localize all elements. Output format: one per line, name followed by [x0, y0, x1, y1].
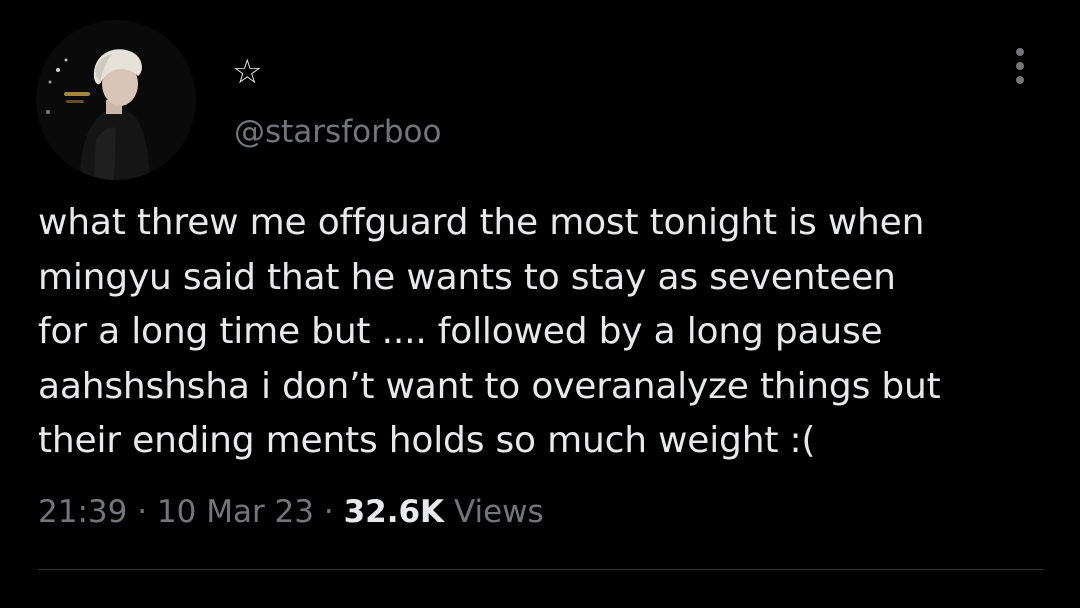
meta-separator: · — [127, 494, 157, 530]
tweet-text-line: for a long time but .... followed by a l… — [38, 311, 883, 352]
tweet-date[interactable]: 10 Mar 23 — [157, 494, 314, 530]
avatar-photo — [36, 20, 196, 180]
more-vertical-icon-dot — [1016, 76, 1024, 84]
avatar[interactable] — [36, 20, 196, 180]
tweet-text-line: mingyu said that he wants to stay as sev… — [38, 256, 896, 298]
tweet: ☆ @starsforboo what threw me offguard th… — [0, 0, 1080, 608]
tweet-time[interactable]: 21:39 — [38, 494, 127, 530]
meta-separator: · — [314, 494, 344, 530]
views-label[interactable]: Views — [454, 494, 544, 530]
tweet-text-line: their ending ments holds so much weight … — [38, 420, 816, 461]
tweet-metadata: 21:39 · 10 Mar 23 · 32.6K Views — [38, 492, 544, 532]
views-count[interactable]: 32.6K — [344, 494, 445, 530]
divider — [38, 569, 1044, 570]
tweet-text-line: aahshshsha i don’t want to overanalyze t… — [38, 365, 941, 407]
tweet-text-line: what threw me offguard the most tonight … — [38, 202, 925, 243]
user-handle[interactable]: @starsforboo — [234, 112, 441, 152]
tweet-text: what threw me offguard the most tonight … — [38, 196, 1048, 469]
more-vertical-icon-dot — [1016, 62, 1024, 70]
display-name[interactable]: ☆ — [232, 52, 262, 92]
more-options-button[interactable] — [1002, 44, 1038, 88]
more-vertical-icon — [1016, 48, 1024, 56]
